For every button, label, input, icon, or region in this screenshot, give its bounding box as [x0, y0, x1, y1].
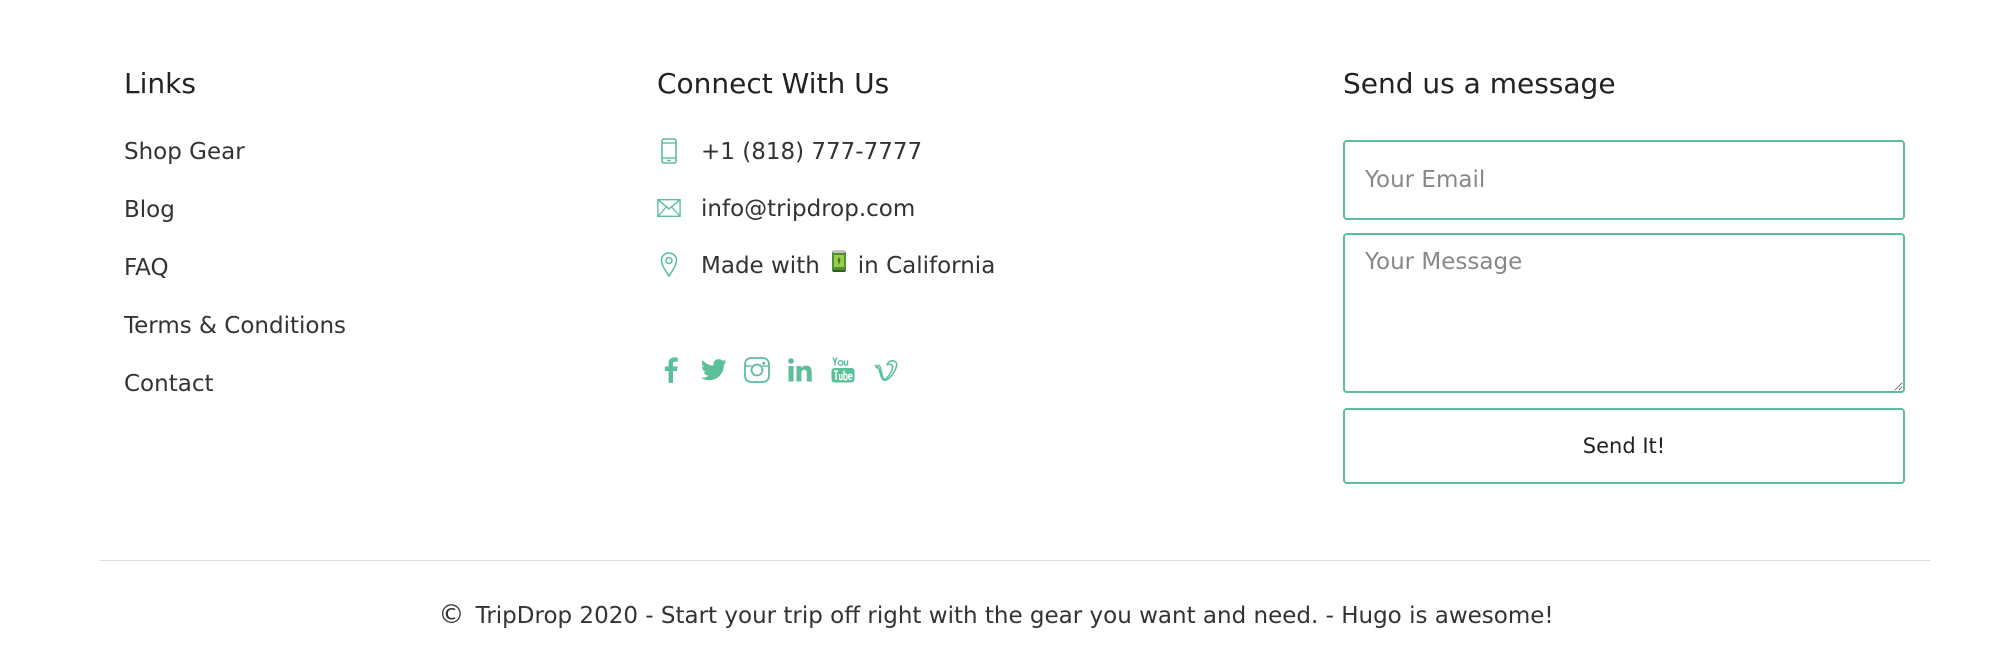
copyright-text: TripDrop 2020 - Start your trip off righ… [475, 603, 1554, 629]
links-column: Links Shop Gear Blog FAQ Terms & Conditi… [124, 64, 584, 397]
site-footer: Links Shop Gear Blog FAQ Terms & Conditi… [0, 0, 1992, 670]
link-terms-conditions[interactable]: Terms & Conditions [124, 313, 346, 339]
link-shop-gear[interactable]: Shop Gear [124, 139, 245, 165]
link-faq[interactable]: FAQ [124, 255, 169, 281]
social-links [657, 356, 915, 384]
copyright-symbol: © [438, 600, 465, 630]
beverage-can-icon [830, 248, 848, 272]
phone-icon [657, 136, 681, 166]
footer-divider [100, 560, 1930, 561]
connect-column: Connect With Us +1 (818) 777-7777 info@t… [657, 64, 1277, 383]
linkedin-icon[interactable] [786, 356, 814, 384]
connect-title: Connect With Us [657, 67, 890, 100]
contact-location: Made with in California [657, 248, 995, 305]
link-contact[interactable]: Contact [124, 371, 213, 397]
list-item: Contact [124, 366, 346, 424]
map-pin-icon [657, 250, 681, 280]
envelope-icon [657, 193, 681, 223]
contact-list: +1 (818) 777-7777 info@tripdrop.com Made… [657, 134, 995, 305]
vimeo-icon[interactable] [872, 356, 900, 384]
links-list: Shop Gear Blog FAQ Terms & Conditions Co… [124, 134, 346, 424]
list-item: Blog [124, 192, 346, 250]
link-blog[interactable]: Blog [124, 197, 175, 223]
copyright: © TripDrop 2020 - Start your trip off ri… [0, 598, 1992, 633]
message-title: Send us a message [1343, 67, 1616, 100]
youtube-icon[interactable] [829, 356, 857, 384]
phone-number[interactable]: +1 (818) 777-7777 [701, 134, 922, 170]
links-title: Links [124, 67, 196, 100]
list-item: Shop Gear [124, 134, 346, 192]
message-field[interactable] [1343, 233, 1905, 393]
facebook-icon[interactable] [657, 356, 685, 384]
message-column: Send us a message Send It! [1343, 64, 1905, 484]
list-item: FAQ [124, 250, 346, 308]
twitter-icon[interactable] [700, 356, 728, 384]
email-address[interactable]: info@tripdrop.com [701, 191, 915, 227]
email-field[interactable] [1343, 140, 1905, 220]
send-button[interactable]: Send It! [1343, 408, 1905, 484]
location-text-after: in California [857, 253, 996, 279]
location-text-before: Made with [701, 253, 820, 279]
contact-phone: +1 (818) 777-7777 [657, 134, 995, 191]
list-item: Terms & Conditions [124, 308, 346, 366]
contact-email: info@tripdrop.com [657, 191, 995, 248]
contact-form: Send It! [1343, 140, 1905, 484]
instagram-icon[interactable] [743, 356, 771, 384]
